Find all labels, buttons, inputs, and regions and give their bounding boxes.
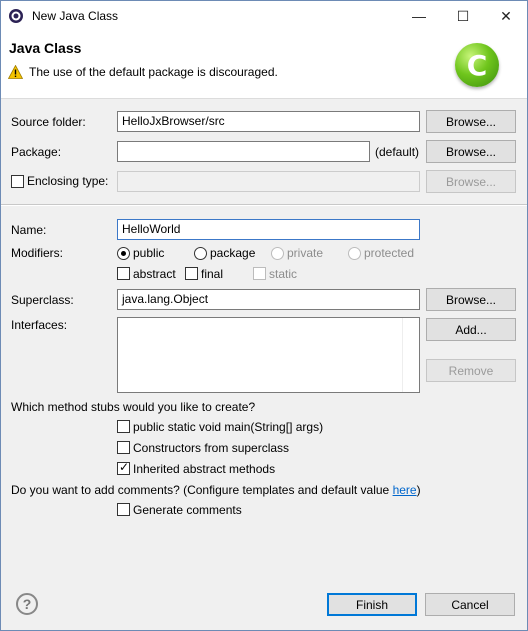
- close-icon: ✕: [500, 7, 512, 24]
- interfaces-list[interactable]: [117, 317, 420, 393]
- package-field[interactable]: [117, 141, 370, 162]
- static-label: static: [269, 267, 298, 281]
- protected-label: protected: [364, 246, 415, 260]
- interfaces-scrollbar[interactable]: [402, 318, 419, 392]
- modifiers-label: Modifiers:: [11, 246, 64, 260]
- configure-templates-link[interactable]: here: [393, 483, 417, 497]
- constructors-label: Constructors from superclass: [133, 441, 290, 455]
- public-label: public: [133, 246, 165, 260]
- abstract-label: abstract: [133, 267, 176, 281]
- separator-highlight: [0, 205, 528, 206]
- warning-message: The use of the default package is discou…: [29, 65, 278, 79]
- cancel-button[interactable]: Cancel: [425, 593, 515, 616]
- package-modifier-label: package: [210, 246, 256, 260]
- source-folder-field[interactable]: HelloJxBrowser/src: [117, 111, 420, 132]
- close-button[interactable]: ✕: [484, 1, 528, 31]
- name-label: Name:: [11, 223, 47, 237]
- interfaces-label: Interfaces:: [11, 318, 68, 332]
- static-checkbox[interactable]: [253, 267, 266, 280]
- help-icon[interactable]: ?: [16, 593, 38, 615]
- protected-radio[interactable]: [348, 247, 361, 260]
- package-browse-button[interactable]: Browse...: [426, 140, 516, 163]
- enclosing-type-field[interactable]: [117, 171, 420, 192]
- enclosing-type-browse-button[interactable]: Browse...: [426, 170, 516, 193]
- remove-interface-button[interactable]: Remove: [426, 359, 516, 382]
- package-radio[interactable]: [194, 247, 207, 260]
- comments-question-end: ): [416, 483, 421, 497]
- private-label: private: [287, 246, 324, 260]
- warning-icon: [8, 65, 23, 79]
- maximize-button[interactable]: ☐: [441, 1, 485, 31]
- source-folder-label: Source folder:: [11, 115, 86, 129]
- private-radio[interactable]: [271, 247, 284, 260]
- main-method-label: public static void main(String[] args): [133, 420, 324, 434]
- inherited-methods-checkbox[interactable]: [117, 460, 130, 475]
- public-radio[interactable]: [117, 247, 130, 260]
- inherited-methods-label: Inherited abstract methods: [133, 462, 276, 476]
- superclass-field[interactable]: java.lang.Object: [117, 289, 420, 310]
- abstract-checkbox[interactable]: [117, 267, 130, 280]
- java-class-icon: C: [455, 43, 499, 87]
- final-checkbox[interactable]: [185, 267, 198, 280]
- window-title: New Java Class: [32, 9, 119, 23]
- minimize-icon: —: [412, 8, 426, 24]
- title-bar: New Java Class — ☐ ✕: [0, 0, 528, 31]
- final-label: final: [201, 267, 224, 281]
- generate-comments-checkbox[interactable]: [117, 503, 130, 516]
- comments-question: Do you want to add comments? (Configure …: [11, 483, 421, 497]
- comments-question-text: Do you want to add comments? (Configure …: [11, 483, 393, 497]
- package-default-hint: (default): [375, 145, 420, 159]
- superclass-browse-button[interactable]: Browse...: [426, 288, 516, 311]
- maximize-icon: ☐: [456, 7, 470, 24]
- class-name-field[interactable]: HelloWorld: [117, 219, 420, 240]
- java-class-icon-letter: C: [466, 48, 488, 82]
- finish-button[interactable]: Finish: [327, 593, 417, 616]
- eclipse-icon: [9, 9, 23, 23]
- main-method-checkbox[interactable]: [117, 420, 130, 433]
- superclass-label: Superclass:: [11, 293, 74, 307]
- generate-comments-label: Generate comments: [133, 503, 242, 517]
- package-label: Package:: [11, 145, 62, 159]
- method-stubs-question: Which method stubs would you like to cre…: [11, 400, 256, 414]
- wizard-title: Java Class: [9, 40, 82, 56]
- source-folder-browse-button[interactable]: Browse...: [426, 110, 516, 133]
- wizard-header: Java Class The use of the default packag…: [1, 31, 527, 99]
- enclosing-type-checkbox[interactable]: [11, 175, 24, 188]
- add-interface-button[interactable]: Add...: [426, 318, 516, 341]
- minimize-button[interactable]: —: [397, 1, 441, 31]
- constructors-checkbox[interactable]: [117, 441, 130, 454]
- enclosing-type-label: Enclosing type:: [27, 174, 109, 188]
